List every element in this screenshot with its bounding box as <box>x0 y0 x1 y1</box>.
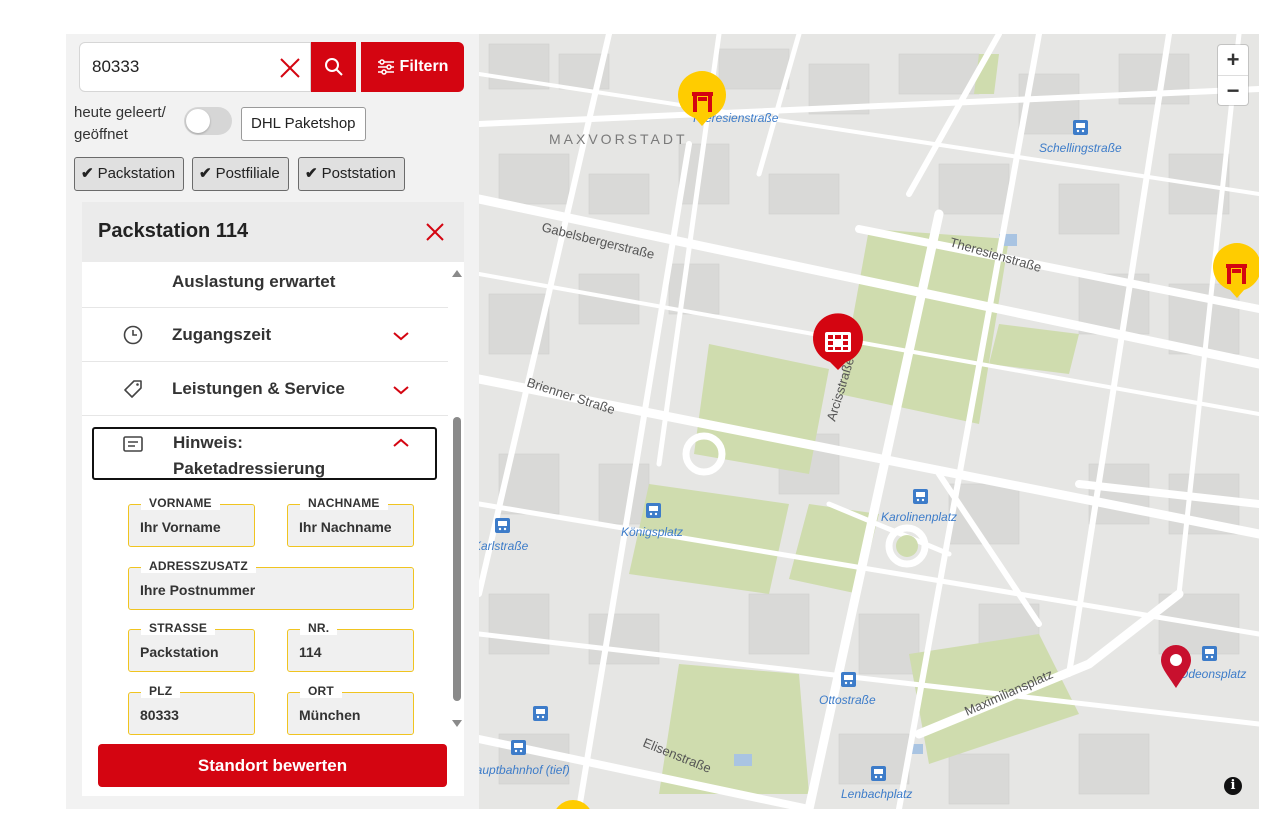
field-value: Ihr Nachname <box>299 519 392 535</box>
adresszusatz-field[interactable]: ADRESSZUSATZ Ihre Postnummer <box>128 559 414 610</box>
toggle-knob <box>186 109 210 133</box>
row-label: Leistungen & Service <box>172 379 345 398</box>
dhl-paketshop-button[interactable]: DHL Paketshop <box>241 107 366 141</box>
chevron-up-icon <box>393 438 409 447</box>
nr-field[interactable]: NR. 114 <box>287 621 414 672</box>
nachname-field[interactable]: NACHNAME Ihr Nachname <box>287 496 414 547</box>
check-icon: ✔ <box>199 165 212 182</box>
vorname-field[interactable]: VORNAME Ihr Vorname <box>128 496 255 547</box>
station-label: Königsplatz <box>621 525 683 539</box>
chip-label: Postfiliale <box>215 165 280 182</box>
zoom-out-button[interactable]: − <box>1218 75 1248 105</box>
clear-icon[interactable] <box>278 56 302 80</box>
open-today-label: heute geleert/ geöffnet <box>74 104 166 143</box>
panel-title: Packstation 114 <box>98 220 249 242</box>
search-button[interactable] <box>311 42 356 92</box>
map-view[interactable]: MAXVORSTADT Gabelsbergerstraße Theresien… <box>479 34 1259 809</box>
sliders-icon <box>377 59 394 75</box>
chevron-down-icon <box>393 332 409 341</box>
sidebar: Filtern heute geleert/ geöffnet DHL Pake… <box>66 34 479 809</box>
field-value: Ihr Vorname <box>140 519 221 535</box>
field-value: 80333 <box>140 707 179 723</box>
row-leistungen[interactable]: Leistungen & Service <box>82 362 448 416</box>
station-label: Ottostraße <box>819 693 876 707</box>
chip-label: Packstation <box>97 165 176 182</box>
row-label: Auslastung erwartet <box>172 272 336 291</box>
location-detail-panel: Packstation 114 Auslastung erwartet Zuga… <box>82 202 464 796</box>
station-label: Schellingstraße <box>1039 141 1122 155</box>
app-frame: Filtern heute geleert/ geöffnet DHL Pake… <box>66 34 1259 809</box>
search-field[interactable] <box>79 42 311 92</box>
row-hinweis-paketadressierung[interactable]: Hinweis: Paketadressierung <box>92 427 437 480</box>
panel-scrollbar[interactable] <box>449 262 464 742</box>
station-label: Karlstraße <box>479 539 529 553</box>
field-label: NACHNAME <box>300 496 388 510</box>
strasse-field[interactable]: STRASSE Packstation <box>128 621 255 672</box>
station-label: Lenbachplatz <box>841 787 912 801</box>
rate-location-button[interactable]: Standort bewerten <box>98 744 447 787</box>
field-label: NR. <box>300 621 338 635</box>
check-icon: ✔ <box>81 165 94 182</box>
search-icon <box>324 58 343 76</box>
search-input[interactable] <box>92 43 272 91</box>
row-label: Hinweis: Paketadressierung <box>173 433 326 478</box>
field-label: PLZ <box>141 684 181 698</box>
field-value: 114 <box>299 644 322 660</box>
field-label: VORNAME <box>141 496 220 510</box>
row-zugangszeit[interactable]: Zugangszeit <box>82 308 448 362</box>
scroll-up-arrow-icon[interactable] <box>452 270 462 277</box>
row-auslastung: Auslastung erwartet <box>82 262 448 308</box>
station-label: Odeonsplatz <box>1179 667 1246 681</box>
field-label: ORT <box>300 684 342 698</box>
panel-body: Auslastung erwartet Zugangszeit Leistung… <box>82 262 464 742</box>
station-label: Hauptbahnhof (tief) <box>479 763 570 777</box>
map-canvas[interactable]: MAXVORSTADT Gabelsbergerstraße Theresien… <box>479 34 1259 809</box>
panel-header: Packstation 114 <box>82 202 464 262</box>
chip-poststation[interactable]: ✔ Poststation <box>298 157 405 191</box>
tag-icon <box>124 380 142 398</box>
zoom-in-button[interactable]: + <box>1218 45 1248 75</box>
station-label: Karolinenplatz <box>881 510 957 524</box>
scroll-down-arrow-icon[interactable] <box>452 720 462 727</box>
note-icon <box>123 436 143 452</box>
field-value: Ihre Postnummer <box>140 582 256 598</box>
ort-field[interactable]: ORT München <box>287 684 414 735</box>
district-label: MAXVORSTADT <box>549 131 688 147</box>
info-icon[interactable]: i <box>1224 777 1242 795</box>
check-icon: ✔ <box>305 165 318 182</box>
zoom-control: + − <box>1218 45 1248 105</box>
field-value: München <box>299 707 361 723</box>
field-label: ADRESSZUSATZ <box>141 559 256 573</box>
field-value: Packstation <box>140 644 219 660</box>
chevron-down-icon <box>393 386 409 395</box>
chip-postfiliale[interactable]: ✔ Postfiliale <box>192 157 289 191</box>
chip-packstation[interactable]: ✔ Packstation <box>74 157 185 191</box>
close-icon[interactable] <box>423 220 447 244</box>
field-label: STRASSE <box>141 621 216 635</box>
scrollbar-thumb[interactable] <box>453 417 461 701</box>
filter-button-label: Filtern <box>399 58 449 75</box>
filter-button[interactable]: Filtern <box>361 42 464 92</box>
row-label: Zugangszeit <box>172 325 272 344</box>
clock-icon <box>123 325 143 345</box>
plz-field[interactable]: PLZ 80333 <box>128 684 255 735</box>
open-today-toggle[interactable] <box>184 107 232 135</box>
chip-label: Poststation <box>321 165 396 182</box>
